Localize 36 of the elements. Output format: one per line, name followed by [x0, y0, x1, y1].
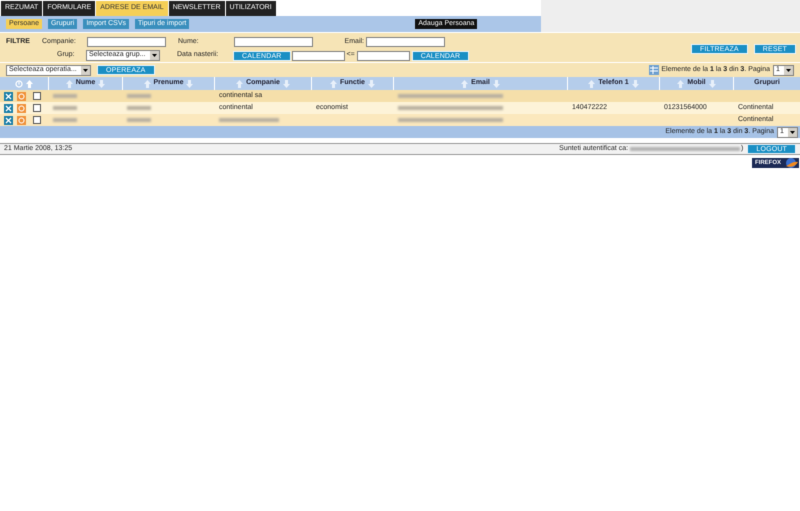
sort-down-icon[interactable]: [282, 80, 290, 88]
redacted-text: [219, 118, 279, 122]
sort-down-icon[interactable]: [708, 80, 716, 88]
sort-down-icon[interactable]: [492, 80, 500, 88]
redacted-text: [53, 106, 77, 110]
company-field[interactable]: [87, 37, 166, 48]
dropdown-arrow-icon: [81, 66, 90, 74]
row-checkbox[interactable]: [33, 104, 41, 112]
globe-icon: [783, 158, 799, 168]
email-field[interactable]: [366, 37, 445, 48]
sort-down-icon[interactable]: [368, 80, 375, 88]
redacted-text: [53, 94, 77, 98]
sort-up-icon[interactable]: [144, 80, 151, 88]
sort-up-icon[interactable]: [330, 80, 338, 88]
table-view-icon[interactable]: [649, 65, 660, 75]
redacted-text: [127, 94, 151, 98]
dropdown-arrow-icon: [150, 51, 159, 60]
sort-down-icon[interactable]: [98, 80, 106, 88]
redacted-text: [127, 118, 151, 122]
sort-up-icon[interactable]: [588, 80, 596, 88]
up-arrow-icon[interactable]: [26, 80, 33, 88]
sort-up-icon[interactable]: [66, 80, 73, 88]
sort-up-icon[interactable]: [677, 80, 684, 88]
date-from-field[interactable]: [292, 50, 345, 60]
sort-up-icon[interactable]: [461, 80, 468, 88]
redacted-text: [127, 106, 151, 110]
sort-down-icon[interactable]: [186, 80, 194, 88]
dropdown-arrow-icon: [788, 128, 797, 136]
name-field[interactable]: [234, 37, 313, 48]
row-checkbox[interactable]: [33, 116, 41, 124]
sort-up-icon[interactable]: [236, 80, 244, 88]
row-checkbox[interactable]: [33, 92, 41, 100]
date-to-field[interactable]: [356, 50, 410, 60]
redacted-text: [53, 118, 77, 122]
sort-down-icon[interactable]: [632, 80, 639, 88]
dropdown-arrow-icon: [784, 66, 793, 74]
